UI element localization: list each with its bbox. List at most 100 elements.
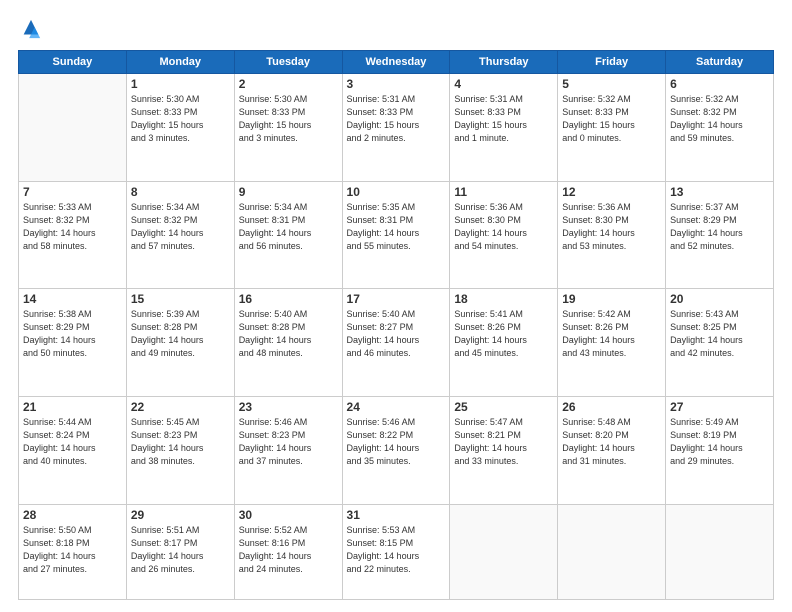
day-number: 4	[454, 77, 553, 91]
day-info: Sunrise: 5:47 AMSunset: 8:21 PMDaylight:…	[454, 416, 553, 468]
day-number: 27	[670, 400, 769, 414]
day-number: 20	[670, 292, 769, 306]
calendar-day-cell: 13Sunrise: 5:37 AMSunset: 8:29 PMDayligh…	[666, 181, 774, 289]
day-number: 26	[562, 400, 661, 414]
day-number: 14	[23, 292, 122, 306]
calendar-table: SundayMondayTuesdayWednesdayThursdayFrid…	[18, 50, 774, 600]
calendar-day-cell	[558, 504, 666, 599]
calendar-week-row: 21 Sunrise: 5:44 AMSunset: 8:24 PMDayligh…	[19, 397, 774, 505]
calendar-day-cell: 29 Sunrise: 5:51 AMSunset: 8:17 PMDayligh…	[126, 504, 234, 599]
day-number: 29	[131, 508, 230, 522]
calendar-day-cell: 20 Sunrise: 5:43 AMSunset: 8:25 PMDayligh…	[666, 289, 774, 397]
day-number: 7	[23, 185, 122, 199]
day-number: 8	[131, 185, 230, 199]
day-info: Sunrise: 5:33 AMSunset: 8:32 PMDaylight:…	[23, 201, 122, 253]
day-number: 2	[239, 77, 338, 91]
day-info: Sunrise: 5:31 AMSunset: 8:33 PMDaylight:…	[347, 93, 446, 145]
day-info: Sunrise: 5:34 AMSunset: 8:32 PMDaylight:…	[131, 201, 230, 253]
day-number: 15	[131, 292, 230, 306]
day-info: Sunrise: 5:44 AMSunset: 8:24 PMDaylight:…	[23, 416, 122, 468]
day-info: Sunrise: 5:50 AMSunset: 8:18 PMDaylight:…	[23, 524, 122, 576]
calendar-day-cell: 11 Sunrise: 5:36 AMSunset: 8:30 PMDayligh…	[450, 181, 558, 289]
calendar-day-cell: 10 Sunrise: 5:35 AMSunset: 8:31 PMDayligh…	[342, 181, 450, 289]
calendar-day-cell: 5 Sunrise: 5:32 AMSunset: 8:33 PMDaylight…	[558, 74, 666, 182]
day-number: 30	[239, 508, 338, 522]
day-info: Sunrise: 5:36 AMSunset: 8:30 PMDaylight:…	[562, 201, 661, 253]
calendar-week-row: 28 Sunrise: 5:50 AMSunset: 8:18 PMDayligh…	[19, 504, 774, 599]
day-number: 12	[562, 185, 661, 199]
day-number: 24	[347, 400, 446, 414]
calendar-day-cell: 19 Sunrise: 5:42 AMSunset: 8:26 PMDayligh…	[558, 289, 666, 397]
header	[18, 18, 774, 40]
day-number: 31	[347, 508, 446, 522]
day-info: Sunrise: 5:40 AMSunset: 8:27 PMDaylight:…	[347, 308, 446, 360]
calendar-day-cell: 9Sunrise: 5:34 AMSunset: 8:31 PMDaylight…	[234, 181, 342, 289]
day-info: Sunrise: 5:30 AMSunset: 8:33 PMDaylight:…	[131, 93, 230, 145]
day-info: Sunrise: 5:39 AMSunset: 8:28 PMDaylight:…	[131, 308, 230, 360]
day-info: Sunrise: 5:53 AMSunset: 8:15 PMDaylight:…	[347, 524, 446, 576]
day-info: Sunrise: 5:52 AMSunset: 8:16 PMDaylight:…	[239, 524, 338, 576]
day-of-week-header: Friday	[558, 51, 666, 74]
day-info: Sunrise: 5:42 AMSunset: 8:26 PMDaylight:…	[562, 308, 661, 360]
day-info: Sunrise: 5:41 AMSunset: 8:26 PMDaylight:…	[454, 308, 553, 360]
day-info: Sunrise: 5:46 AMSunset: 8:22 PMDaylight:…	[347, 416, 446, 468]
day-of-week-header: Wednesday	[342, 51, 450, 74]
calendar-day-cell: 16 Sunrise: 5:40 AMSunset: 8:28 PMDayligh…	[234, 289, 342, 397]
day-info: Sunrise: 5:30 AMSunset: 8:33 PMDaylight:…	[239, 93, 338, 145]
day-info: Sunrise: 5:36 AMSunset: 8:30 PMDaylight:…	[454, 201, 553, 253]
day-number: 28	[23, 508, 122, 522]
day-number: 17	[347, 292, 446, 306]
calendar-day-cell: 8 Sunrise: 5:34 AMSunset: 8:32 PMDaylight…	[126, 181, 234, 289]
day-number: 19	[562, 292, 661, 306]
calendar-day-cell: 26 Sunrise: 5:48 AMSunset: 8:20 PMDayligh…	[558, 397, 666, 505]
calendar-day-cell: 3 Sunrise: 5:31 AMSunset: 8:33 PMDaylight…	[342, 74, 450, 182]
day-info: Sunrise: 5:35 AMSunset: 8:31 PMDaylight:…	[347, 201, 446, 253]
day-info: Sunrise: 5:32 AMSunset: 8:32 PMDaylight:…	[670, 93, 769, 145]
day-info: Sunrise: 5:43 AMSunset: 8:25 PMDaylight:…	[670, 308, 769, 360]
day-info: Sunrise: 5:40 AMSunset: 8:28 PMDaylight:…	[239, 308, 338, 360]
day-number: 3	[347, 77, 446, 91]
day-number: 11	[454, 185, 553, 199]
day-of-week-header: Tuesday	[234, 51, 342, 74]
day-number: 18	[454, 292, 553, 306]
day-number: 23	[239, 400, 338, 414]
calendar-day-cell: 18 Sunrise: 5:41 AMSunset: 8:26 PMDayligh…	[450, 289, 558, 397]
calendar-day-cell: 22 Sunrise: 5:45 AMSunset: 8:23 PMDayligh…	[126, 397, 234, 505]
calendar-day-cell: 14 Sunrise: 5:38 AMSunset: 8:29 PMDayligh…	[19, 289, 127, 397]
day-info: Sunrise: 5:48 AMSunset: 8:20 PMDaylight:…	[562, 416, 661, 468]
day-number: 10	[347, 185, 446, 199]
calendar-day-cell	[666, 504, 774, 599]
calendar-day-cell: 27 Sunrise: 5:49 AMSunset: 8:19 PMDayligh…	[666, 397, 774, 505]
logo	[18, 18, 42, 40]
calendar-day-cell: 17 Sunrise: 5:40 AMSunset: 8:27 PMDayligh…	[342, 289, 450, 397]
calendar-week-row: 14 Sunrise: 5:38 AMSunset: 8:29 PMDayligh…	[19, 289, 774, 397]
day-number: 1	[131, 77, 230, 91]
day-info: Sunrise: 5:37 AMSunset: 8:29 PMDaylight:…	[670, 201, 769, 253]
day-info: Sunrise: 5:32 AMSunset: 8:33 PMDaylight:…	[562, 93, 661, 145]
calendar-day-cell: 12 Sunrise: 5:36 AMSunset: 8:30 PMDayligh…	[558, 181, 666, 289]
day-info: Sunrise: 5:38 AMSunset: 8:29 PMDaylight:…	[23, 308, 122, 360]
calendar-week-row: 1 Sunrise: 5:30 AMSunset: 8:33 PMDaylight…	[19, 74, 774, 182]
calendar-day-cell: 30 Sunrise: 5:52 AMSunset: 8:16 PMDayligh…	[234, 504, 342, 599]
calendar-day-cell: 1 Sunrise: 5:30 AMSunset: 8:33 PMDaylight…	[126, 74, 234, 182]
day-info: Sunrise: 5:45 AMSunset: 8:23 PMDaylight:…	[131, 416, 230, 468]
day-number: 22	[131, 400, 230, 414]
day-info: Sunrise: 5:34 AMSunset: 8:31 PMDaylight:…	[239, 201, 338, 253]
day-number: 5	[562, 77, 661, 91]
calendar-week-row: 7 Sunrise: 5:33 AMSunset: 8:32 PMDaylight…	[19, 181, 774, 289]
calendar-day-cell: 6Sunrise: 5:32 AMSunset: 8:32 PMDaylight…	[666, 74, 774, 182]
day-info: Sunrise: 5:51 AMSunset: 8:17 PMDaylight:…	[131, 524, 230, 576]
day-of-week-header: Thursday	[450, 51, 558, 74]
day-info: Sunrise: 5:46 AMSunset: 8:23 PMDaylight:…	[239, 416, 338, 468]
calendar-day-cell: 25Sunrise: 5:47 AMSunset: 8:21 PMDayligh…	[450, 397, 558, 505]
day-info: Sunrise: 5:49 AMSunset: 8:19 PMDaylight:…	[670, 416, 769, 468]
calendar-day-cell	[19, 74, 127, 182]
calendar-day-cell: 7 Sunrise: 5:33 AMSunset: 8:32 PMDaylight…	[19, 181, 127, 289]
calendar-day-cell	[450, 504, 558, 599]
calendar-day-cell: 28 Sunrise: 5:50 AMSunset: 8:18 PMDayligh…	[19, 504, 127, 599]
day-number: 16	[239, 292, 338, 306]
calendar-day-cell: 23 Sunrise: 5:46 AMSunset: 8:23 PMDayligh…	[234, 397, 342, 505]
calendar-day-cell: 21 Sunrise: 5:44 AMSunset: 8:24 PMDayligh…	[19, 397, 127, 505]
calendar-day-cell: 24 Sunrise: 5:46 AMSunset: 8:22 PMDayligh…	[342, 397, 450, 505]
day-number: 21	[23, 400, 122, 414]
